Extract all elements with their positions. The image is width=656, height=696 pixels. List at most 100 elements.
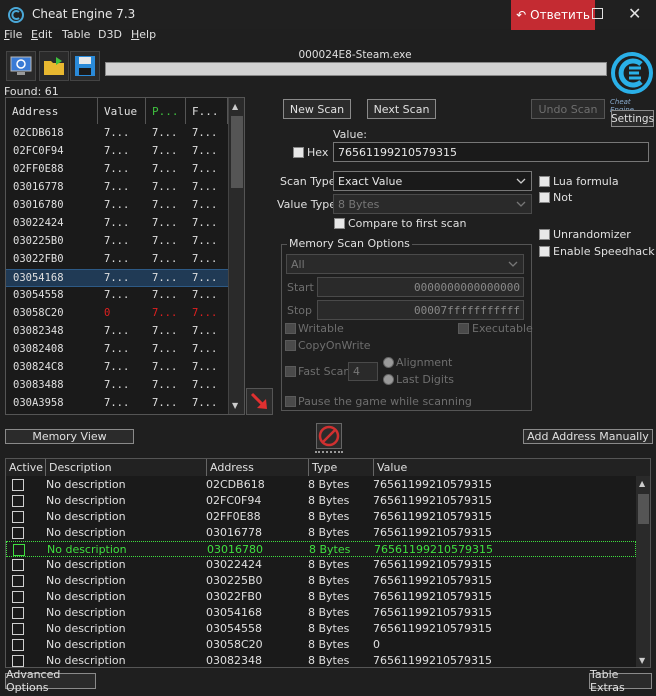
col-first[interactable]: F... <box>186 98 228 124</box>
pause-game-checkbox[interactable] <box>285 396 296 407</box>
fast-scan-value-input[interactable]: 4 <box>348 362 378 381</box>
found-list-row[interactable]: 02FF0E88 7... 7... 7... <box>6 161 228 179</box>
save-button[interactable] <box>70 51 100 81</box>
found-list-row[interactable]: 03083488 7... 7... 7... <box>6 377 228 395</box>
active-checkbox[interactable] <box>12 591 24 603</box>
active-checkbox[interactable] <box>12 639 24 651</box>
col-value[interactable]: Value <box>98 98 146 124</box>
address-table[interactable]: Active Description Address Type Value No… <box>5 458 651 668</box>
active-checkbox[interactable] <box>12 607 24 619</box>
reply-button[interactable]: ↶ Ответить <box>511 0 595 30</box>
address-table-row[interactable]: No description 03016780 8 Bytes 76561199210… <box>6 541 636 557</box>
table-extras-button[interactable]: Table Extras <box>589 668 652 694</box>
undo-scan-button[interactable]: Undo Scan <box>531 99 605 119</box>
address-table-row[interactable]: No description 02FC0F94 8 Bytes 76561199210… <box>6 493 636 509</box>
col-previous[interactable]: P... <box>146 98 186 124</box>
found-list-row[interactable]: 03016778 7... 7... 7... <box>6 179 228 197</box>
close-button[interactable]: ✕ <box>628 4 641 23</box>
col-address[interactable]: Address <box>207 459 309 476</box>
next-scan-button[interactable]: Next Scan <box>367 99 436 119</box>
address-table-row[interactable]: No description 030225B0 8 Bytes 76561199210… <box>6 573 636 589</box>
col-description[interactable]: Description <box>46 459 207 476</box>
menu-table[interactable]: Table <box>62 28 90 41</box>
found-list-row[interactable]: 03016780 7... 7... 7... <box>6 197 228 215</box>
hex-checkbox[interactable] <box>293 147 304 158</box>
writable-checkbox[interactable] <box>285 323 296 334</box>
address-table-row[interactable]: No description 03022FB0 8 Bytes 76561199210… <box>6 589 636 605</box>
address-table-row[interactable]: No description 03016778 8 Bytes 76561199210… <box>6 525 636 541</box>
found-list-row[interactable]: 03022FB0 7... 7... 7... <box>6 251 228 269</box>
select-process-button[interactable] <box>6 51 36 81</box>
fast-scan-checkbox[interactable] <box>285 366 296 377</box>
active-checkbox[interactable] <box>12 655 24 667</box>
active-checkbox[interactable] <box>12 623 24 635</box>
menu-help[interactable]: Help <box>131 28 156 41</box>
menu-d3d[interactable]: D3D <box>98 28 122 41</box>
col-address[interactable]: Address <box>6 98 98 124</box>
active-checkbox[interactable] <box>12 511 24 523</box>
add-address-manually-button[interactable]: Add Address Manually <box>523 429 653 444</box>
address-table-scrollbar[interactable]: ▲ ▼ <box>636 476 650 667</box>
scroll-up-icon[interactable]: ▲ <box>232 102 238 111</box>
advanced-options-button[interactable]: Advanced Options <box>5 668 96 694</box>
address-table-row[interactable]: No description 03082348 8 Bytes 76561199210… <box>6 653 636 667</box>
found-list-row[interactable]: 030A3958 7... 7... 7... <box>6 395 228 413</box>
lua-formula-checkbox[interactable] <box>539 176 550 187</box>
not-checkbox[interactable] <box>539 192 550 203</box>
menu-edit[interactable]: Edit <box>31 28 52 41</box>
speedhack-checkbox[interactable] <box>539 246 550 257</box>
found-list-row[interactable]: 03082348 7... 7... 7... <box>6 323 228 341</box>
found-list-row[interactable]: 02CDB618 7... 7... 7... <box>6 125 228 143</box>
maximize-button[interactable] <box>592 8 603 19</box>
found-list-row[interactable]: 03054558 7... 7... 7... <box>6 287 228 305</box>
value-type-select[interactable]: 8 Bytes <box>333 194 532 214</box>
address-table-row[interactable]: No description 03054558 8 Bytes 76561199210… <box>6 621 636 637</box>
active-checkbox[interactable] <box>12 527 24 539</box>
stop-address-input[interactable]: 00007fffffffffff <box>317 300 524 320</box>
scroll-up-icon[interactable]: ▲ <box>639 479 645 488</box>
address-table-row[interactable]: No description 03022424 8 Bytes 76561199210… <box>6 557 636 573</box>
memory-region-select[interactable]: All <box>286 254 524 274</box>
scroll-thumb[interactable] <box>231 116 243 188</box>
address-table-row[interactable]: No description 02FF0E88 8 Bytes 76561199210… <box>6 509 636 525</box>
found-list-row[interactable]: 03054168 7... 7... 7... <box>6 269 228 287</box>
found-list-row[interactable]: 03058C20 0 7... 7... <box>6 305 228 323</box>
scroll-down-icon[interactable]: ▼ <box>232 401 238 410</box>
scroll-thumb[interactable] <box>638 494 649 524</box>
address-table-row[interactable]: No description 03058C20 8 Bytes 0 <box>6 637 636 653</box>
found-list-row[interactable]: 02FC0F94 7... 7... 7... <box>6 143 228 161</box>
compare-first-checkbox[interactable] <box>334 218 345 229</box>
open-file-button[interactable] <box>39 51 69 81</box>
unrandomizer-checkbox[interactable] <box>539 229 550 240</box>
memory-view-button[interactable]: Memory View <box>5 429 134 444</box>
splitter-grip[interactable] <box>315 451 343 453</box>
last-digits-radio[interactable] <box>383 374 394 385</box>
found-list-row[interactable]: 030225B0 7... 7... 7... <box>6 233 228 251</box>
col-value[interactable]: Value <box>374 459 650 476</box>
alignment-radio[interactable] <box>383 357 394 368</box>
active-checkbox[interactable] <box>12 575 24 587</box>
settings-button[interactable]: Settings <box>611 110 654 127</box>
start-address-input[interactable]: 0000000000000000 <box>317 277 524 297</box>
found-results-list[interactable]: Address Value P... F... 02CDB618 7... 7...… <box>5 97 245 415</box>
executable-checkbox[interactable] <box>458 323 469 334</box>
col-type[interactable]: Type <box>309 459 374 476</box>
active-checkbox[interactable] <box>12 559 24 571</box>
found-list-row[interactable]: 03022424 7... 7... 7... <box>6 215 228 233</box>
address-table-row[interactable]: No description 03054168 8 Bytes 76561199210… <box>6 605 636 621</box>
active-checkbox[interactable] <box>12 495 24 507</box>
found-list-scrollbar[interactable]: ▲ ▼ <box>228 98 244 414</box>
active-checkbox[interactable] <box>13 544 25 556</box>
found-list-row[interactable]: 030824C8 7... 7... 7... <box>6 359 228 377</box>
found-list-row[interactable]: 03082408 7... 7... 7... <box>6 341 228 359</box>
col-active[interactable]: Active <box>6 459 46 476</box>
new-scan-button[interactable]: New Scan <box>283 99 351 119</box>
active-checkbox[interactable] <box>12 479 24 491</box>
value-input[interactable]: 76561199210579315 <box>333 142 649 162</box>
copy-on-write-checkbox[interactable] <box>285 340 296 351</box>
scroll-down-icon[interactable]: ▼ <box>639 656 645 665</box>
address-table-row[interactable]: No description 02CDB618 8 Bytes 76561199210… <box>6 477 636 493</box>
clear-list-button[interactable] <box>316 423 342 449</box>
scan-type-select[interactable]: Exact Value <box>333 171 532 191</box>
add-selected-to-list-button[interactable] <box>246 388 273 415</box>
